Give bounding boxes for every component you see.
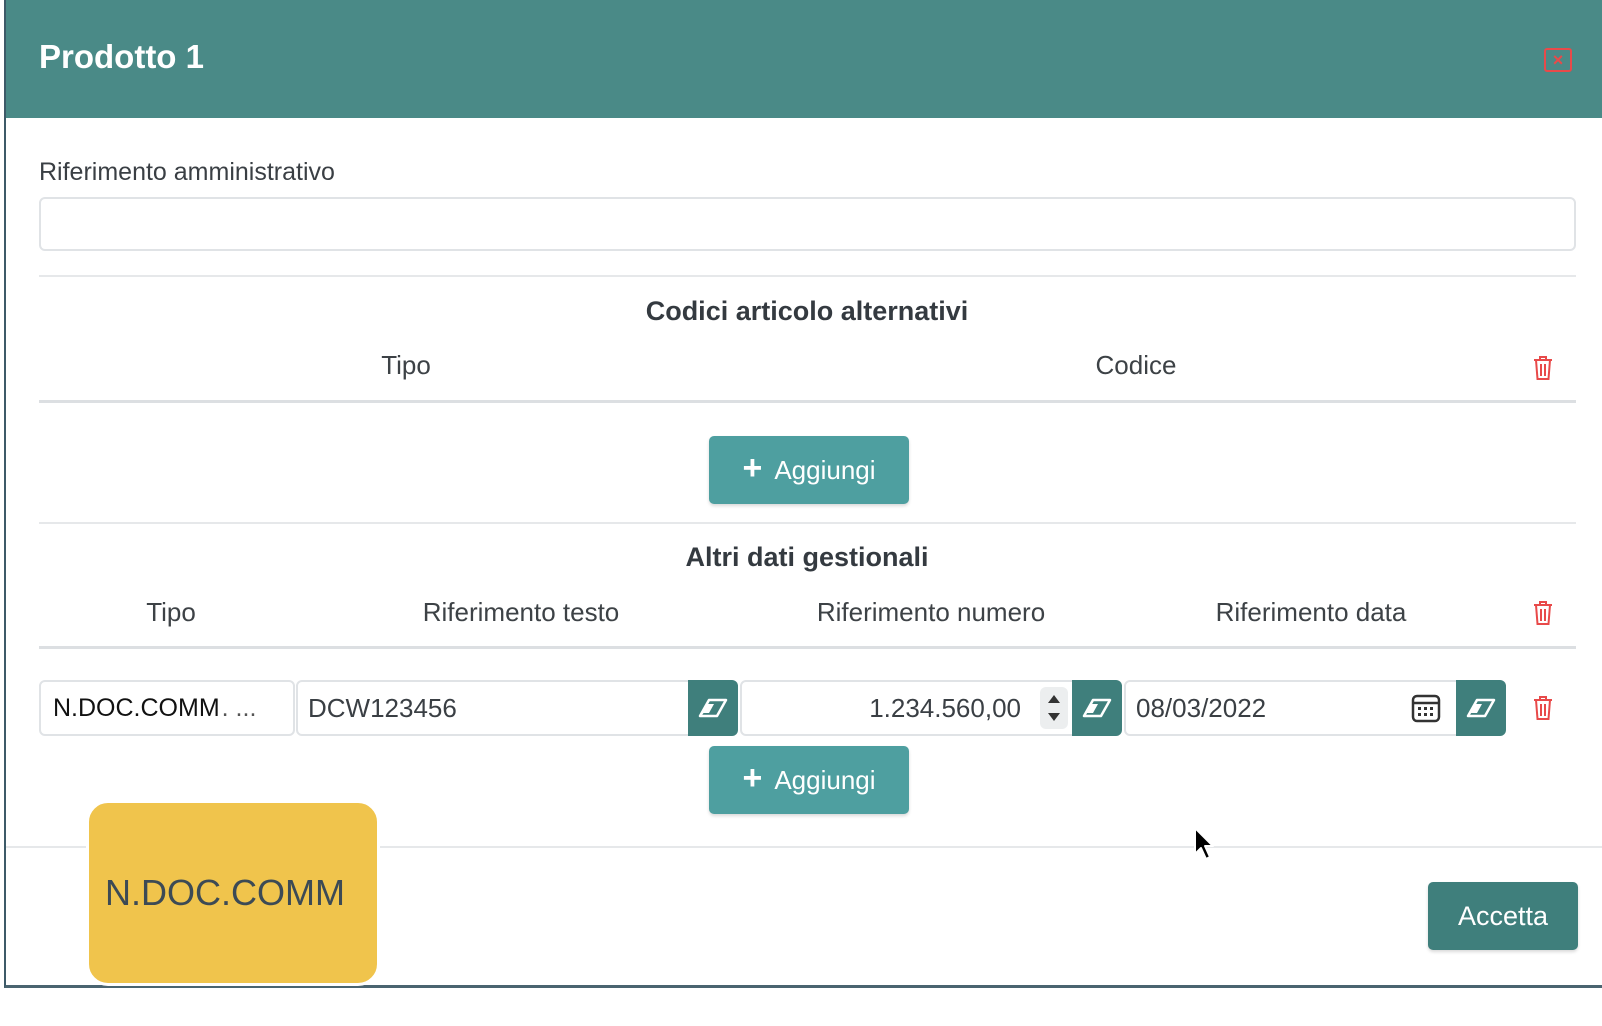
add-button-label: Aggiungi xyxy=(774,454,876,485)
eraser-icon xyxy=(1466,698,1496,718)
plus-icon: + xyxy=(742,759,763,797)
admin-reference-label: Riferimento amministrativo xyxy=(39,158,335,186)
riferimento-data-value: 08/03/2022 xyxy=(1136,692,1267,723)
tooltip: N.DOC.COMM xyxy=(86,800,380,986)
close-icon[interactable]: × xyxy=(1544,48,1572,72)
clear-testo-button[interactable] xyxy=(688,680,738,736)
calendar-icon[interactable] xyxy=(1410,692,1442,724)
mouse-cursor-icon xyxy=(1194,827,1214,860)
trash-icon[interactable] xyxy=(1532,355,1554,381)
add-other-data-button[interactable]: + Aggiungi xyxy=(709,746,909,814)
divider xyxy=(39,400,1576,403)
add-alt-code-button[interactable]: + Aggiungi xyxy=(709,436,909,504)
riferimento-numero-value: 1.234.560,00 xyxy=(869,692,1021,723)
divider xyxy=(39,275,1576,277)
add-button-label: Aggiungi xyxy=(774,764,876,795)
other-data-col-data: Riferimento data xyxy=(1215,597,1407,627)
accept-button[interactable]: Accetta xyxy=(1428,882,1578,950)
other-data-col-numero: Riferimento numero xyxy=(816,597,1046,627)
admin-reference-input[interactable] xyxy=(39,197,1576,251)
alt-codes-col-tipo: Tipo xyxy=(381,350,431,380)
eraser-icon xyxy=(1082,698,1112,718)
alt-codes-title: Codici articolo alternativi xyxy=(645,296,969,326)
modal-header: Prodotto 1 × xyxy=(6,0,1602,118)
clear-data-button[interactable] xyxy=(1456,680,1506,736)
tipo-select[interactable]: N.DOC.COMM . ... xyxy=(39,680,295,736)
riferimento-numero-input[interactable]: 1.234.560,00 xyxy=(740,680,1075,736)
clear-numero-button[interactable] xyxy=(1072,680,1122,736)
trash-icon[interactable] xyxy=(1532,600,1554,626)
tooltip-text: N.DOC.COMM xyxy=(105,872,345,913)
tipo-value: N.DOC.COMM xyxy=(53,693,220,722)
trash-icon[interactable] xyxy=(1532,695,1554,721)
divider xyxy=(39,522,1576,524)
divider xyxy=(39,646,1576,649)
modal-title: Prodotto 1 xyxy=(39,38,204,75)
alt-codes-col-codice: Codice xyxy=(1095,350,1177,380)
eraser-icon xyxy=(698,698,728,718)
tipo-ellipsis: . ... xyxy=(221,693,257,722)
other-data-title: Altri dati gestionali xyxy=(685,542,929,572)
riferimento-testo-value: DCW123456 xyxy=(308,692,457,723)
other-data-col-tipo: Tipo xyxy=(146,597,196,627)
number-spinner[interactable] xyxy=(1039,686,1069,730)
other-data-col-testo: Riferimento testo xyxy=(422,597,620,627)
plus-icon: + xyxy=(742,449,763,487)
riferimento-testo-input[interactable]: DCW123456 xyxy=(296,680,691,736)
